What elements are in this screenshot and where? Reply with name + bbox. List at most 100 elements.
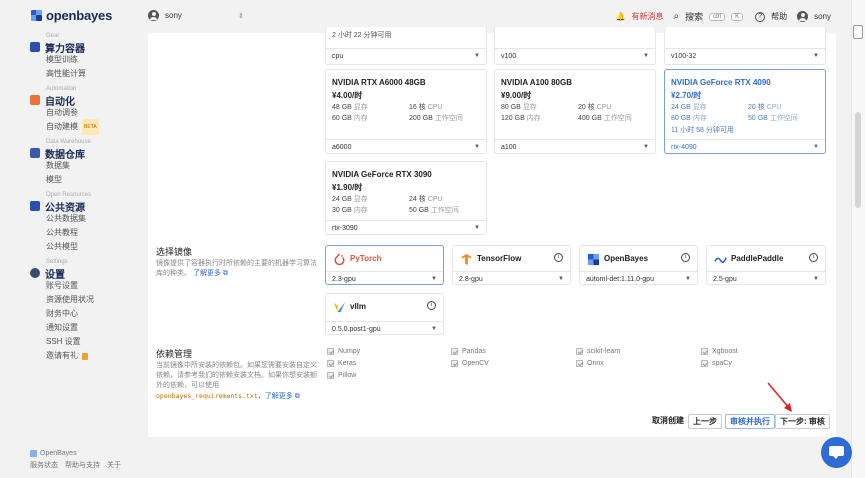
workspace-user-select[interactable]: sony ⇕	[148, 10, 244, 21]
openbayes-logo-icon	[31, 10, 42, 21]
caret-down-icon: ▼	[474, 144, 480, 150]
compute-card-partial[interactable]: v100 ▼	[494, 27, 656, 65]
framework-card-tensorflow[interactable]: TensorFlow i 2.8-gpu ▼	[452, 245, 571, 285]
public-resources-icon	[30, 201, 40, 211]
prev-step-button[interactable]: 上一步	[688, 414, 722, 429]
sidebar-item-public-tutorials[interactable]: 公共教程	[46, 226, 140, 240]
select-value: a6000	[332, 143, 352, 151]
account-name[interactable]: sony	[814, 12, 831, 21]
help-link[interactable]: 帮助	[771, 11, 787, 22]
openbayes-icon	[587, 253, 600, 266]
footer-link-help[interactable]: 帮助与支持	[65, 460, 100, 470]
gpu-price: ¥1.90/时	[332, 183, 363, 192]
sidebar-heading-public[interactable]: 公共资源	[30, 200, 140, 214]
spec-select[interactable]: rtx-3090 ▼	[326, 220, 486, 235]
dep-item: Keras	[327, 360, 356, 367]
spec-select-v100[interactable]: v100 ▼	[495, 48, 655, 63]
help-icon[interactable]: ?	[755, 11, 766, 22]
spec-mem: 30 GB 内存	[332, 205, 368, 215]
framework-card-pytorch[interactable]: PyTorch 2.3-gpu ▼	[325, 245, 444, 285]
sidebar-item-ssh[interactable]: SSH 设置	[46, 335, 140, 349]
footer-link-status[interactable]: 服务状态	[30, 460, 58, 470]
sidebar-item-invite[interactable]: 邀请有礼	[46, 349, 140, 363]
spec-select-v100-32[interactable]: v100-32 ▼	[665, 48, 825, 63]
spec-select[interactable]: a6000 ▼	[326, 139, 486, 154]
external-link-icon: ⧉	[294, 393, 300, 400]
compute-card-rtx4090[interactable]: NVIDIA GeForce RTX 4090 ¥2.70/时 24 GB 显存…	[664, 69, 826, 154]
dep-name: Keras	[338, 360, 357, 367]
dep-item: spaCy	[701, 360, 732, 367]
dep-name: Numpy	[338, 348, 361, 355]
framework-card-vllm[interactable]: vllm i 0.5.0.post1-gpu ▼	[325, 293, 444, 335]
sidebar-item-account[interactable]: 账号设置	[46, 279, 140, 293]
cancel-create-button[interactable]: 取消创建	[648, 414, 688, 429]
framework-version-select[interactable]: 2.5-gpu ▼	[707, 271, 825, 286]
framework-name: PaddlePaddle	[731, 254, 784, 263]
framework-card-openbayes[interactable]: OpenBayes i automl-det:1.11.0-gpu ▼	[579, 245, 698, 285]
sidebar-item-automodel[interactable]: 自动建模 BETA	[46, 119, 140, 135]
framework-version-select[interactable]: 0.5.0.post1-gpu ▼	[326, 321, 443, 336]
footer-link-about[interactable]: 关于	[107, 460, 121, 470]
next-step-review-button[interactable]: 下一步: 审核	[775, 414, 830, 429]
learn-more-link[interactable]: 了解更多	[193, 270, 221, 277]
sidebar-heading-automation[interactable]: 自动化	[30, 94, 140, 108]
framework-card-paddlepaddle[interactable]: PaddlePaddle i 2.5-gpu ▼	[706, 245, 826, 285]
bell-icon[interactable]: 🔔	[615, 12, 625, 21]
sidebar-item-models[interactable]: 模型	[46, 173, 140, 187]
compute-card-a100[interactable]: NVIDIA A100 80GB ¥9.00/时 80 GB 显存 20 核 C…	[494, 69, 656, 154]
spec-select[interactable]: a100 ▼	[495, 139, 655, 154]
framework-version-select[interactable]: 2.8-gpu ▼	[453, 271, 570, 286]
sidebar-item-finance[interactable]: 财务中心	[46, 307, 140, 321]
spec-label: 工作空间	[769, 115, 798, 122]
sidebar-heading-settings[interactable]: 设置	[30, 267, 140, 281]
sidebar-item-public-models[interactable]: 公共模型	[46, 240, 140, 254]
info-icon[interactable]: i	[554, 253, 563, 262]
dep-name: spaCy	[712, 360, 732, 367]
logo[interactable]: openbayes	[31, 8, 112, 23]
sidebar-item-notifications[interactable]: 通知设置	[46, 321, 140, 335]
account-avatar[interactable]	[797, 11, 809, 22]
compute-card-rtx3090[interactable]: NVIDIA GeForce RTX 3090 ¥1.90/时 24 GB 显存…	[325, 161, 487, 235]
compute-card-partial[interactable]: v100-32 ▼	[664, 27, 826, 65]
gpu-name: NVIDIA GeForce RTX 3090	[332, 170, 432, 179]
notifications-link[interactable]: 有新消息	[631, 11, 663, 22]
sidebar-item-autotune[interactable]: 自动调参	[46, 106, 140, 120]
image-section-desc: 镜像提供了容器执行时所依赖的主要的机器学习算法库的种类。 了解更多 ⧉	[156, 259, 318, 279]
search-icon[interactable]: ⌕	[673, 11, 679, 22]
sidebar-heading-gear[interactable]: 算力容器	[30, 41, 140, 55]
select-value: 2.8-gpu	[459, 275, 483, 283]
sidebar-heading-data[interactable]: 数据仓库	[30, 147, 140, 161]
chat-support-button[interactable]	[821, 437, 852, 468]
info-icon[interactable]: i	[809, 253, 818, 262]
sidebar-item-usage[interactable]: 资源使用状况	[46, 293, 140, 307]
spec-vram: 80 GB 显存	[501, 102, 537, 112]
sidebar-footer: OpenBayes 服务状态 帮助与支持 关于	[30, 450, 121, 470]
spec-mem: 80 GB 内存	[671, 113, 707, 123]
sidebar-item-training[interactable]: 模型训练	[46, 53, 140, 67]
search-label[interactable]: 搜索	[685, 10, 703, 23]
scroll-handle-top[interactable]	[853, 25, 863, 39]
scrollbar-thumb[interactable]	[855, 112, 861, 208]
framework-name: TensorFlow	[477, 254, 522, 263]
spec-select-cpu[interactable]: cpu ▼	[326, 48, 486, 63]
dep-item: Onnx	[576, 360, 604, 367]
framework-version-select[interactable]: 2.3-gpu ▼	[326, 271, 443, 286]
sidebar-item-hpc[interactable]: 高性能计算	[46, 67, 140, 81]
compute-card-partial[interactable]: 2 小时 22 分钟可用 cpu ▼	[325, 27, 487, 65]
framework-name: PyTorch	[350, 254, 382, 263]
compute-card-a6000[interactable]: NVIDIA RTX A6000 48GB ¥4.00/时 48 GB 显存 1…	[325, 69, 487, 154]
spec-select[interactable]: rtx-4090 ▼	[665, 139, 825, 154]
review-and-run-button[interactable]: 审核并执行	[725, 414, 775, 429]
learn-more-link[interactable]: 了解更多	[265, 393, 293, 400]
scrollbar[interactable]	[851, 0, 865, 478]
sidebar-item-datasets[interactable]: 数据集	[46, 159, 140, 173]
spec-label: 显存	[353, 196, 368, 203]
dep-item: scikit-learn	[576, 348, 620, 355]
image-section-label: 选择镜像	[156, 247, 193, 257]
info-icon[interactable]: i	[427, 301, 436, 310]
framework-version-select[interactable]: automl-det:1.11.0-gpu ▼	[580, 271, 697, 286]
info-icon[interactable]: i	[681, 253, 690, 262]
framework-name: vllm	[350, 302, 367, 311]
sidebar-item-public-datasets[interactable]: 公共数据集	[46, 212, 140, 226]
spec-label: CPU	[596, 104, 612, 111]
